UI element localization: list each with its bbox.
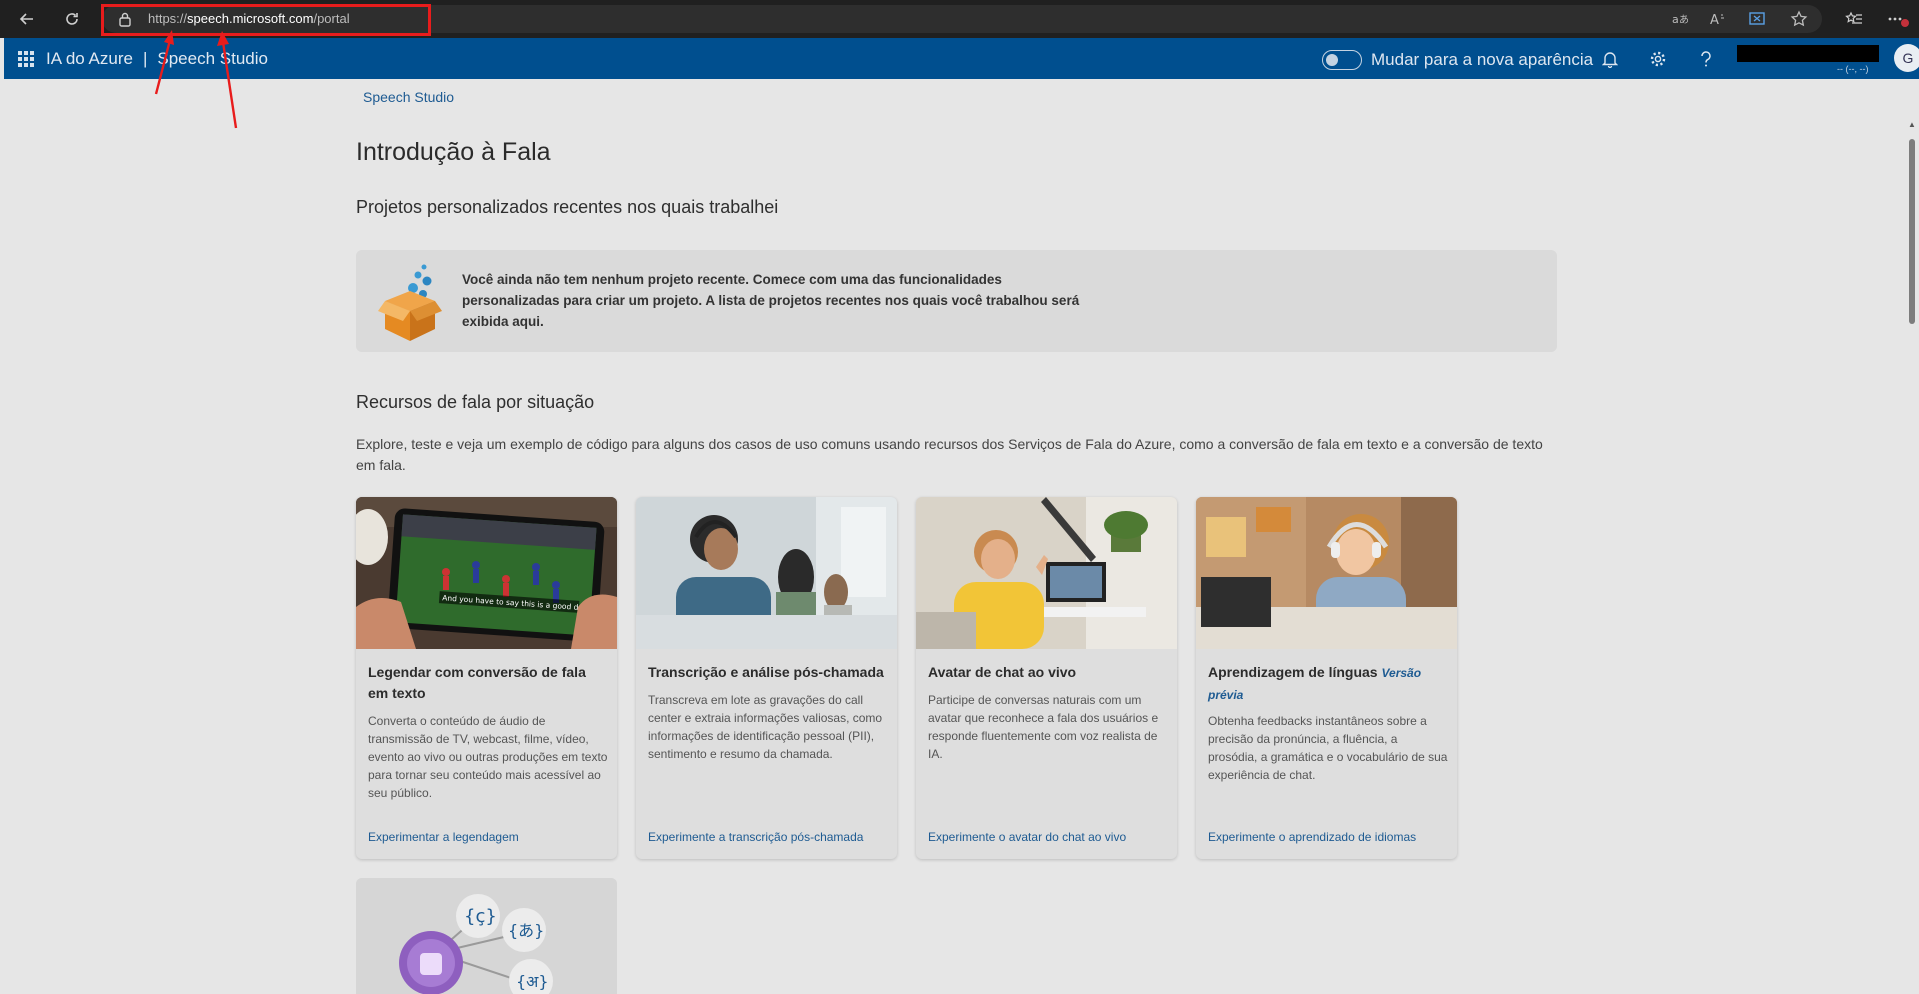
card-live-avatar-link[interactable]: Experimente o avatar do chat ao vivo — [928, 830, 1126, 844]
glyph-hiragana: {あ} — [508, 921, 544, 940]
recent-projects-empty-text: Você ainda não tem nenhum projeto recent… — [462, 272, 1080, 329]
scrollbar-thumb[interactable] — [1909, 139, 1915, 324]
svg-text:a: a — [1672, 13, 1679, 26]
card-language-learning-link[interactable]: Experimente o aprendizado de idiomas — [1208, 830, 1416, 844]
read-aloud-icon[interactable]: A — [1703, 0, 1733, 38]
scroll-up-arrow-icon[interactable]: ▲ — [1908, 120, 1916, 129]
card-captioning-title: Legendar com conversão de fala em texto — [368, 664, 586, 701]
language-bubbles-illustration: {ç} {あ} {अ} — [356, 878, 617, 994]
recent-projects-heading: Projetos personalizados recentes nos qua… — [356, 197, 779, 217]
card-captioning-description: Converta o conteúdo de áudio de transmis… — [368, 714, 608, 800]
account-directory: -- (--, --) — [1837, 64, 1869, 74]
help-icon[interactable] — [1688, 38, 1724, 79]
glyph-c-cedilla: {ç} — [464, 906, 497, 927]
breadcrumb[interactable]: Speech Studio — [363, 89, 454, 105]
new-look-toggle-label: Mudar para a nova aparência — [1371, 50, 1594, 69]
more-options-icon[interactable] — [1880, 0, 1916, 38]
card-captioning-image: And you have to say this is a good defen… — [356, 497, 617, 649]
translate-icon[interactable]: aあ — [1665, 0, 1695, 38]
card-live-avatar-title: Avatar de chat ao vivo — [928, 664, 1077, 680]
card-live-avatar-image — [916, 497, 1177, 649]
card-post-call-image — [636, 497, 897, 649]
avatar[interactable]: G — [1894, 44, 1919, 72]
card-captioning-link[interactable]: Experimentar a legendagem — [368, 830, 519, 844]
favorite-star-icon[interactable] — [1784, 0, 1814, 38]
card-post-call[interactable]: Transcrição e análise pós-chamada Transc… — [636, 497, 897, 859]
speech-scenarios-heading: Recursos de fala por situação — [356, 392, 595, 412]
svg-text:あ: あ — [1679, 14, 1689, 26]
favorites-icon[interactable] — [1836, 0, 1872, 38]
annotation-arrows — [154, 30, 238, 129]
page-scrollbar[interactable]: ▲ — [1905, 79, 1919, 994]
refresh-icon[interactable] — [54, 0, 90, 38]
screen-capture-icon[interactable] — [1742, 0, 1772, 38]
card-post-call-description: Transcreva em lote as gravações do call … — [648, 693, 883, 761]
svg-text:A: A — [1710, 13, 1719, 27]
app-header: IA do Azure | Speech Studio Mudar para a n… — [4, 38, 1919, 79]
card-post-call-title: Transcrição e análise pós-chamada — [648, 664, 884, 680]
card-language-identification[interactable]: {ç} {あ} {अ} — [356, 878, 617, 994]
glyph-devanagari: {अ} — [516, 972, 549, 991]
browser-toolbar: https://speech.microsoft.com/portal aあ A — [0, 0, 1919, 38]
account-name-redacted[interactable] — [1737, 45, 1879, 62]
back-icon[interactable] — [9, 0, 45, 38]
notifications-bell-icon[interactable] — [1592, 38, 1628, 79]
card-language-learning-image — [1196, 497, 1457, 649]
card-language-learning-title: Aprendizagem de línguas Versão prévia — [1208, 664, 1422, 702]
page-title: Introdução à Fala — [356, 138, 551, 166]
settings-gear-icon[interactable] — [1640, 38, 1676, 79]
main-content: Speech Studio Introdução à Fala Projetos… — [4, 79, 1905, 994]
card-live-avatar-description: Participe de conversas naturais com um a… — [928, 693, 1159, 761]
new-look-toggle[interactable] — [1322, 50, 1362, 70]
speech-scenarios-description: Explore, teste e veja um exemplo de códi… — [356, 436, 1543, 473]
app-launcher-icon[interactable] — [18, 51, 34, 67]
card-language-learning[interactable]: Aprendizagem de línguas Versão prévia Ob… — [1196, 497, 1457, 859]
card-live-avatar[interactable]: Avatar de chat ao vivo Participe de conv… — [916, 497, 1177, 859]
empty-box-illustration-icon — [377, 261, 443, 345]
card-language-learning-description: Obtenha feedbacks instantâneos sobre a p… — [1208, 714, 1448, 782]
recent-projects-empty-state: Você ainda não tem nenhum projeto recent… — [356, 250, 1557, 352]
card-captioning[interactable]: And you have to say this is a good defen… — [356, 497, 617, 859]
card-post-call-link[interactable]: Experimente a transcrição pós-chamada — [648, 830, 863, 844]
